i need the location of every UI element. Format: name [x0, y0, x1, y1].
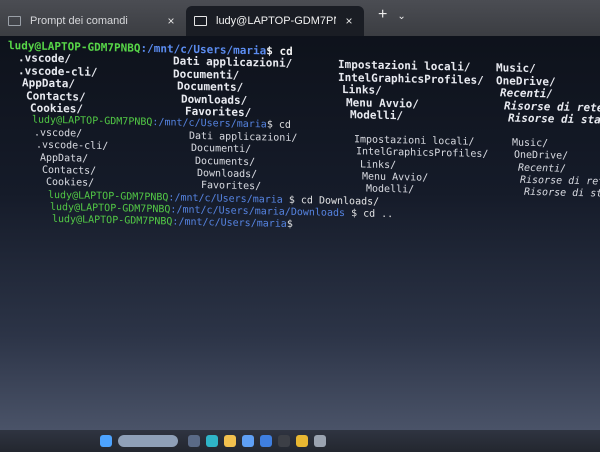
- terminal-output[interactable]: ludy@LAPTOP-GDM7PNBQ:/mnt/c/Users/maria$…: [8, 39, 600, 352]
- new-tab-button[interactable]: +: [364, 6, 397, 30]
- explorer-icon[interactable]: [224, 435, 236, 447]
- tab-bar: Prompt dei comandi × ludy@LAPTOP-GDM7PNB…: [0, 0, 600, 36]
- prompt-path: :/mnt/c/Users/maria: [172, 216, 287, 231]
- prompt-path: :/mnt/c/Users/maria: [168, 192, 283, 206]
- prompt-user: ludy@LAPTOP-GDM7PNBQ: [52, 214, 173, 228]
- prompt-user: ludy@LAPTOP-GDM7PNBQ: [48, 189, 169, 204]
- terminal-icon: [194, 16, 207, 26]
- terminal-window: Prompt dei comandi × ludy@LAPTOP-GDM7PNB…: [0, 0, 600, 430]
- chrome-icon[interactable]: [296, 435, 308, 447]
- tab-label: ludy@LAPTOP-GDM7PNBQ: /: [216, 15, 336, 27]
- dir-entry: Risorse di rete/: [520, 174, 600, 188]
- close-icon[interactable]: ×: [164, 14, 178, 28]
- dir-entry: OneDrive/: [514, 149, 569, 162]
- dir-entry: Recenti/: [518, 162, 567, 175]
- settings-icon[interactable]: [314, 435, 326, 447]
- tab-label: Prompt dei comandi: [30, 15, 128, 27]
- prompt-user: ludy@LAPTOP-GDM7PNBQ: [50, 201, 171, 216]
- prompt-user: ludy@LAPTOP-GDM7PNBQ: [32, 114, 153, 129]
- mail-icon[interactable]: [260, 435, 272, 447]
- start-icon[interactable]: [100, 435, 112, 447]
- prompt-path: :/mnt/c/Users/maria: [152, 117, 267, 131]
- tab-prompt-dei-comandi[interactable]: Prompt dei comandi ×: [0, 6, 186, 36]
- edge-icon[interactable]: [206, 435, 218, 447]
- command-text: $ cd ..: [351, 208, 394, 221]
- dir-entry: Music/: [512, 137, 549, 150]
- command-text: $: [286, 219, 293, 231]
- task-view-icon[interactable]: [188, 435, 200, 447]
- search-icon[interactable]: [118, 435, 178, 447]
- taskbar: [0, 430, 600, 452]
- store-icon[interactable]: [242, 435, 254, 447]
- close-icon[interactable]: ×: [342, 14, 356, 28]
- tab-ubuntu-shell[interactable]: ludy@LAPTOP-GDM7PNBQ: / ×: [186, 6, 364, 36]
- cmd-icon: [8, 16, 21, 26]
- terminal-icon[interactable]: [278, 435, 290, 447]
- command-text: $ cd Downloads/: [288, 194, 380, 208]
- chevron-down-icon[interactable]: ⌄: [397, 11, 405, 26]
- command-text: $ cd: [266, 119, 291, 132]
